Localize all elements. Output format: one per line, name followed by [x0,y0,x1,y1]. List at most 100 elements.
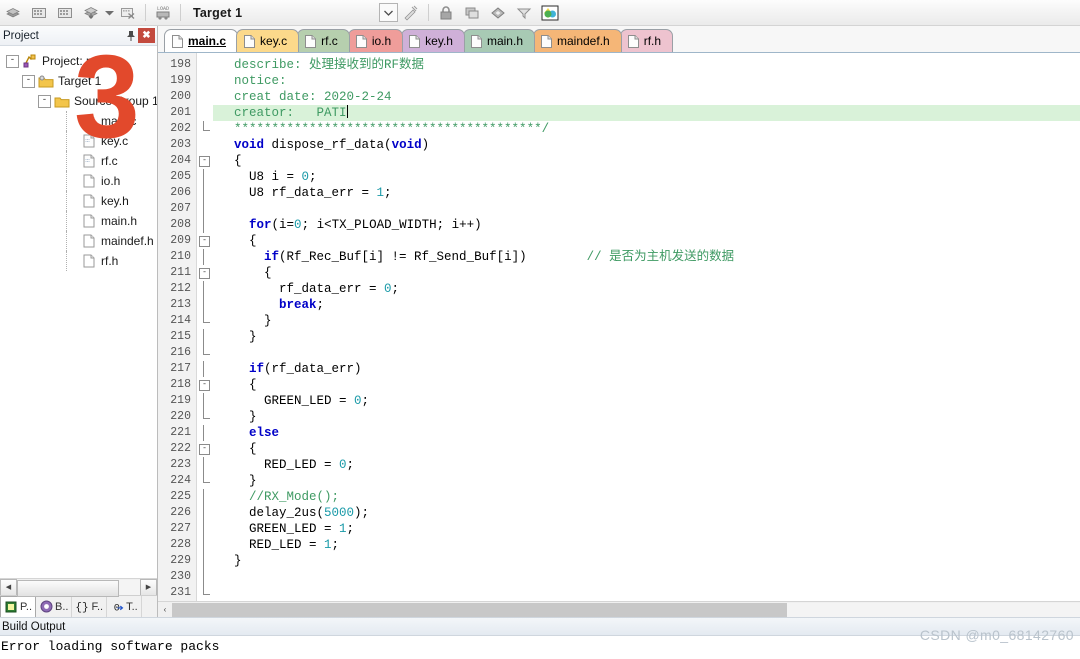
tree-item-rf-h[interactable]: rf.h [4,251,157,271]
scroll-thumb[interactable] [17,579,119,597]
code-line[interactable]: creator: PATI [213,105,1080,121]
tree-item-key-h[interactable]: key.h [4,191,157,211]
editor-scroll-thumb[interactable] [172,602,787,617]
globe-icon[interactable] [538,2,562,24]
tree-guide-line [66,171,81,191]
code-line[interactable]: } [213,329,1080,345]
code-line[interactable]: //RX_Mode(); [213,489,1080,505]
tree-item-source-group-1[interactable]: - Source Group 1 [4,91,157,111]
tree-expander[interactable]: - [22,74,35,88]
code-line[interactable]: } [213,409,1080,425]
code-line[interactable]: ****************************************… [213,121,1080,137]
code-line[interactable] [213,585,1080,601]
project-hscrollbar[interactable]: ◀ ▶ [0,578,157,597]
editor-tab-rf-c[interactable]: rf.c [297,29,350,52]
build-icon[interactable] [27,2,51,24]
tree-item-project--main[interactable]: - Project: main [4,51,157,71]
code-line[interactable]: break; [213,297,1080,313]
code-line[interactable] [213,201,1080,217]
stop-build-icon[interactable] [116,2,140,24]
project-tab[interactable]: P.. [0,596,37,617]
editor-tab-main-c[interactable]: main.c [164,29,239,52]
chevron-down-icon[interactable] [379,3,399,22]
editor-tab-maindef-h[interactable]: maindef.h [533,29,622,52]
scroll-left-arrow[interactable]: ◀ [0,578,17,596]
fold-marker[interactable]: - [197,265,213,281]
target-select[interactable] [248,3,399,23]
code-line[interactable]: } [213,553,1080,569]
code-line[interactable]: { [213,441,1080,457]
code-line[interactable]: describe: 处理接收到的RF数据 [213,57,1080,73]
lock-icon[interactable] [434,2,458,24]
code-folding-column[interactable]: - - - - - [197,53,213,601]
code-line[interactable]: rf_data_err = 0; [213,281,1080,297]
download-icon[interactable]: LOAD [151,2,175,24]
code-line[interactable]: if(Rf_Rec_Buf[i] != Rf_Send_Buf[i]) // 是… [213,249,1080,265]
fold-marker[interactable]: - [197,153,213,169]
code-line[interactable]: for(i=0; i<TX_PLOAD_WIDTH; i++) [213,217,1080,233]
windows-icon[interactable] [460,2,484,24]
project-tree[interactable]: - Project: main - Target 1- Source Group 1 ma… [0,46,157,578]
scroll-track[interactable] [17,579,140,597]
code-line[interactable]: RED_LED = 1; [213,537,1080,553]
editor-tab-io-h[interactable]: io.h [347,29,404,52]
editor-tab-main-h[interactable]: main.h [462,29,535,52]
code-line[interactable]: U8 rf_data_err = 1; [213,185,1080,201]
tree-item-rf-c[interactable]: rf.c [4,151,157,171]
scroll-right-arrow[interactable]: ▶ [140,578,157,596]
code-line[interactable]: notice: [213,73,1080,89]
editor-tab-key-c[interactable]: key.c [236,29,300,52]
diamond-icon[interactable] [486,2,510,24]
tree-item-key-c[interactable]: key.c [4,131,157,151]
code-line[interactable]: GREEN_LED = 0; [213,393,1080,409]
code-line[interactable]: { [213,153,1080,169]
code-line[interactable]: U8 i = 0; [213,169,1080,185]
close-icon[interactable]: ✖ [138,28,155,43]
code-line[interactable]: { [213,377,1080,393]
translate-icon[interactable] [1,2,25,24]
editor-scroll-track[interactable] [172,602,1080,617]
code-line[interactable]: } [213,313,1080,329]
editor-hscrollbar[interactable]: ‹ [158,601,1080,617]
code-line[interactable]: RED_LED = 0; [213,457,1080,473]
code-line[interactable] [213,345,1080,361]
code-editor[interactable]: 198 199 200 201 202 203 204 205 206 207 208 209 210 2… [158,53,1080,601]
fold-marker[interactable]: - [197,233,213,249]
code-line[interactable]: GREEN_LED = 1; [213,521,1080,537]
tree-item-main-h[interactable]: main.h [4,211,157,231]
target-options-icon[interactable] [399,2,423,24]
line-number: 198 [170,58,191,71]
books-tab[interactable]: B.. [36,596,73,617]
tree-item-maindef-h[interactable]: maindef.h [4,231,157,251]
code-line[interactable]: creat date: 2020-2-24 [213,89,1080,105]
batch-build-icon[interactable] [79,2,103,24]
code-line[interactable]: void dispose_rf_data(void) [213,137,1080,153]
pin-icon[interactable] [123,28,138,43]
funnel-icon[interactable] [512,2,536,24]
editor-tab-key-h[interactable]: key.h [401,29,465,52]
tree-expander[interactable]: - [6,54,19,68]
fold-marker[interactable]: - [197,377,213,393]
tree-guide-line [66,191,81,211]
code-line[interactable]: { [213,265,1080,281]
editor-scroll-left-arrow[interactable]: ‹ [158,603,172,617]
tree-expander[interactable]: - [38,94,51,108]
fold-marker[interactable]: - [197,441,213,457]
rebuild-icon[interactable] [53,2,77,24]
code-line[interactable]: { [213,233,1080,249]
tree-item-target-1[interactable]: - Target 1 [4,71,157,91]
code-line[interactable] [213,569,1080,585]
templates-tab[interactable]: 0 T.. [107,596,142,617]
tree-item-main-c[interactable]: main.c [4,111,157,131]
code-line[interactable]: delay_2us(5000); [213,505,1080,521]
batch-build-dropdown-icon[interactable] [104,2,115,24]
code-line[interactable]: } [213,473,1080,489]
functions-tab[interactable]: {} F.. [72,596,108,617]
line-number: 223 [170,458,191,471]
code-line[interactable]: if(rf_data_err) [213,361,1080,377]
code-token: { [219,378,257,392]
tree-item-io-h[interactable]: io.h [4,171,157,191]
code-line[interactable]: else [213,425,1080,441]
editor-tab-rf-h[interactable]: rf.h [619,29,674,52]
code-text[interactable]: describe: 处理接收到的RF数据 notice: creat date:… [213,53,1080,601]
